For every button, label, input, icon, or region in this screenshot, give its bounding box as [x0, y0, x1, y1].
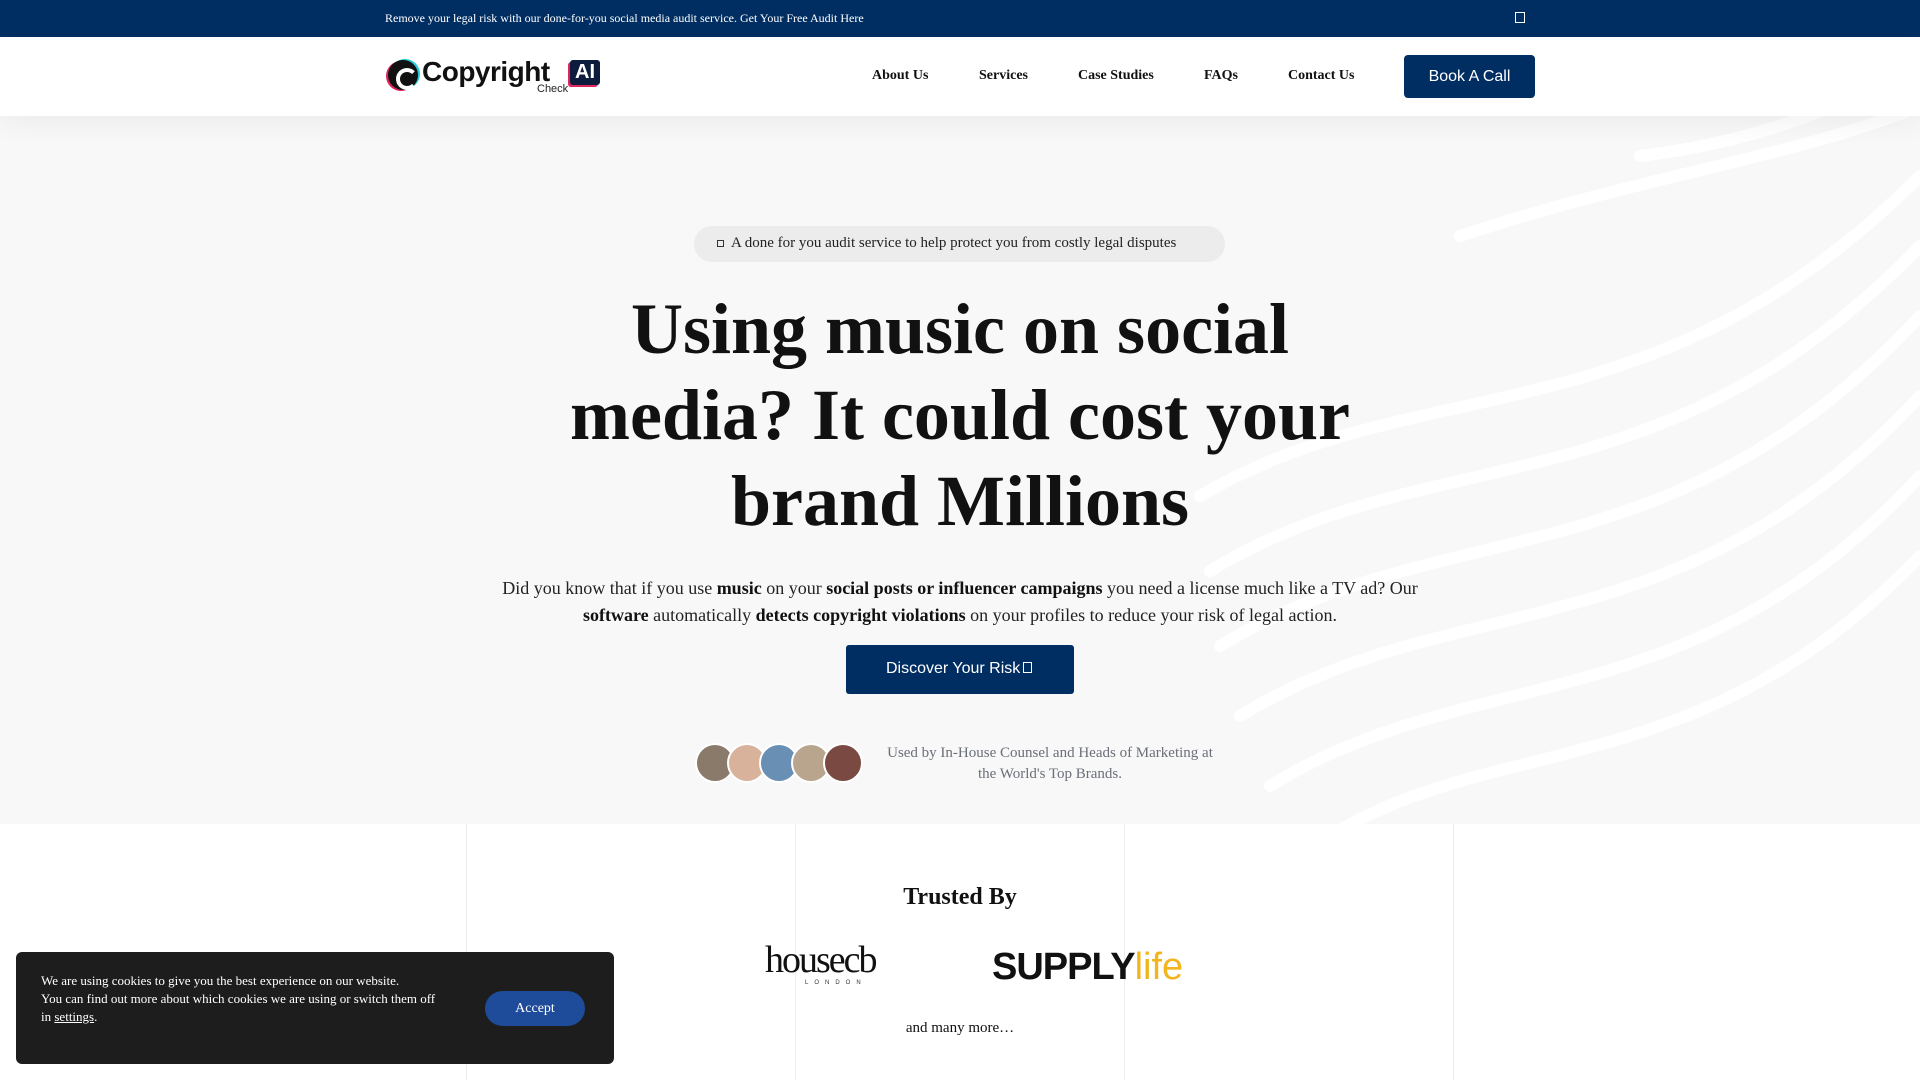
announcement-bar: Remove your legal risk with our done-for…	[0, 0, 1920, 37]
nav-about-us[interactable]: About Us	[872, 68, 928, 84]
logo-word: Copyright	[422, 56, 550, 87]
site-header: Copyright AI Check About Us Services Cas…	[0, 37, 1920, 116]
close-icon[interactable]	[1515, 12, 1525, 23]
cookie-line-2: You can find out more about which cookie…	[41, 991, 436, 1024]
and-many-more-text: and many more…	[905, 1020, 1015, 1036]
nav-case-studies[interactable]: Case Studies	[1078, 68, 1154, 84]
hero-section: A done for you audit service to help pro…	[0, 116, 1920, 824]
desc-text: on your profiles to reduce your risk of …	[965, 605, 1337, 625]
accept-cookies-button[interactable]: Accept	[485, 991, 585, 1026]
nav-faqs[interactable]: FAQs	[1204, 68, 1238, 84]
tagline-pill: A done for you audit service to help pro…	[694, 226, 1225, 262]
site-logo[interactable]: Copyright AI Check	[388, 56, 628, 96]
housecb-wordmark: housecb	[765, 939, 878, 981]
discover-your-risk-label: Discover Your Risk	[886, 660, 1021, 677]
hero-description: Did you know that if you use music on yo…	[480, 575, 1440, 629]
nav-contact-us[interactable]: Contact Us	[1288, 68, 1355, 84]
desc-bold: music	[716, 578, 762, 598]
logo-c-icon	[388, 60, 418, 90]
cookie-end: .	[94, 1009, 98, 1024]
supplylife-logo: SUPPLYlife	[992, 946, 1184, 988]
desc-text: automatically	[648, 605, 756, 625]
trusted-by-heading: Trusted By	[903, 884, 1017, 910]
discover-your-risk-button[interactable]: Discover Your Risk	[846, 645, 1074, 694]
desc-bold: social posts or influencer campaigns	[826, 578, 1103, 598]
used-by-text: Used by In-House Counsel and Heads of Ma…	[887, 745, 1213, 782]
desc-bold: software	[583, 605, 649, 625]
cookie-line-1: We are using cookies to give you the bes…	[41, 973, 400, 988]
avatar	[823, 743, 863, 783]
desc-text: on your	[761, 578, 827, 598]
cookie-banner: We are using cookies to give you the bes…	[16, 952, 614, 1064]
nav-services[interactable]: Services	[979, 68, 1028, 84]
cookie-settings-link[interactable]: settings	[54, 1009, 94, 1024]
announcement-text[interactable]: Remove your legal risk with our done-for…	[385, 11, 864, 25]
tagline-text: A done for you audit service to help pro…	[731, 235, 1177, 251]
desc-text: Did you know that if you use	[502, 578, 717, 598]
logo-tag: Check	[537, 83, 569, 95]
square-icon	[717, 240, 724, 247]
housecb-sub: LONDON	[805, 980, 867, 986]
book-a-call-button[interactable]: Book A Call	[1404, 55, 1535, 98]
housecb-logo: housecb LONDON	[765, 940, 905, 990]
life-wordmark: life	[1134, 946, 1184, 988]
desc-bold: detects copyright violations	[755, 605, 966, 625]
desc-text: you need a license much like a TV ad? Ou…	[1102, 578, 1418, 598]
avatar-group	[695, 743, 865, 783]
hero-headline: Using music on social media? It could co…	[570, 289, 1350, 541]
supply-wordmark: SUPPLY	[992, 946, 1136, 988]
arrow-icon	[1023, 662, 1032, 673]
logo-ai-badge: AI	[570, 60, 600, 85]
section-divider	[1453, 824, 1454, 1080]
cookie-text: We are using cookies to give you the bes…	[41, 972, 441, 1026]
